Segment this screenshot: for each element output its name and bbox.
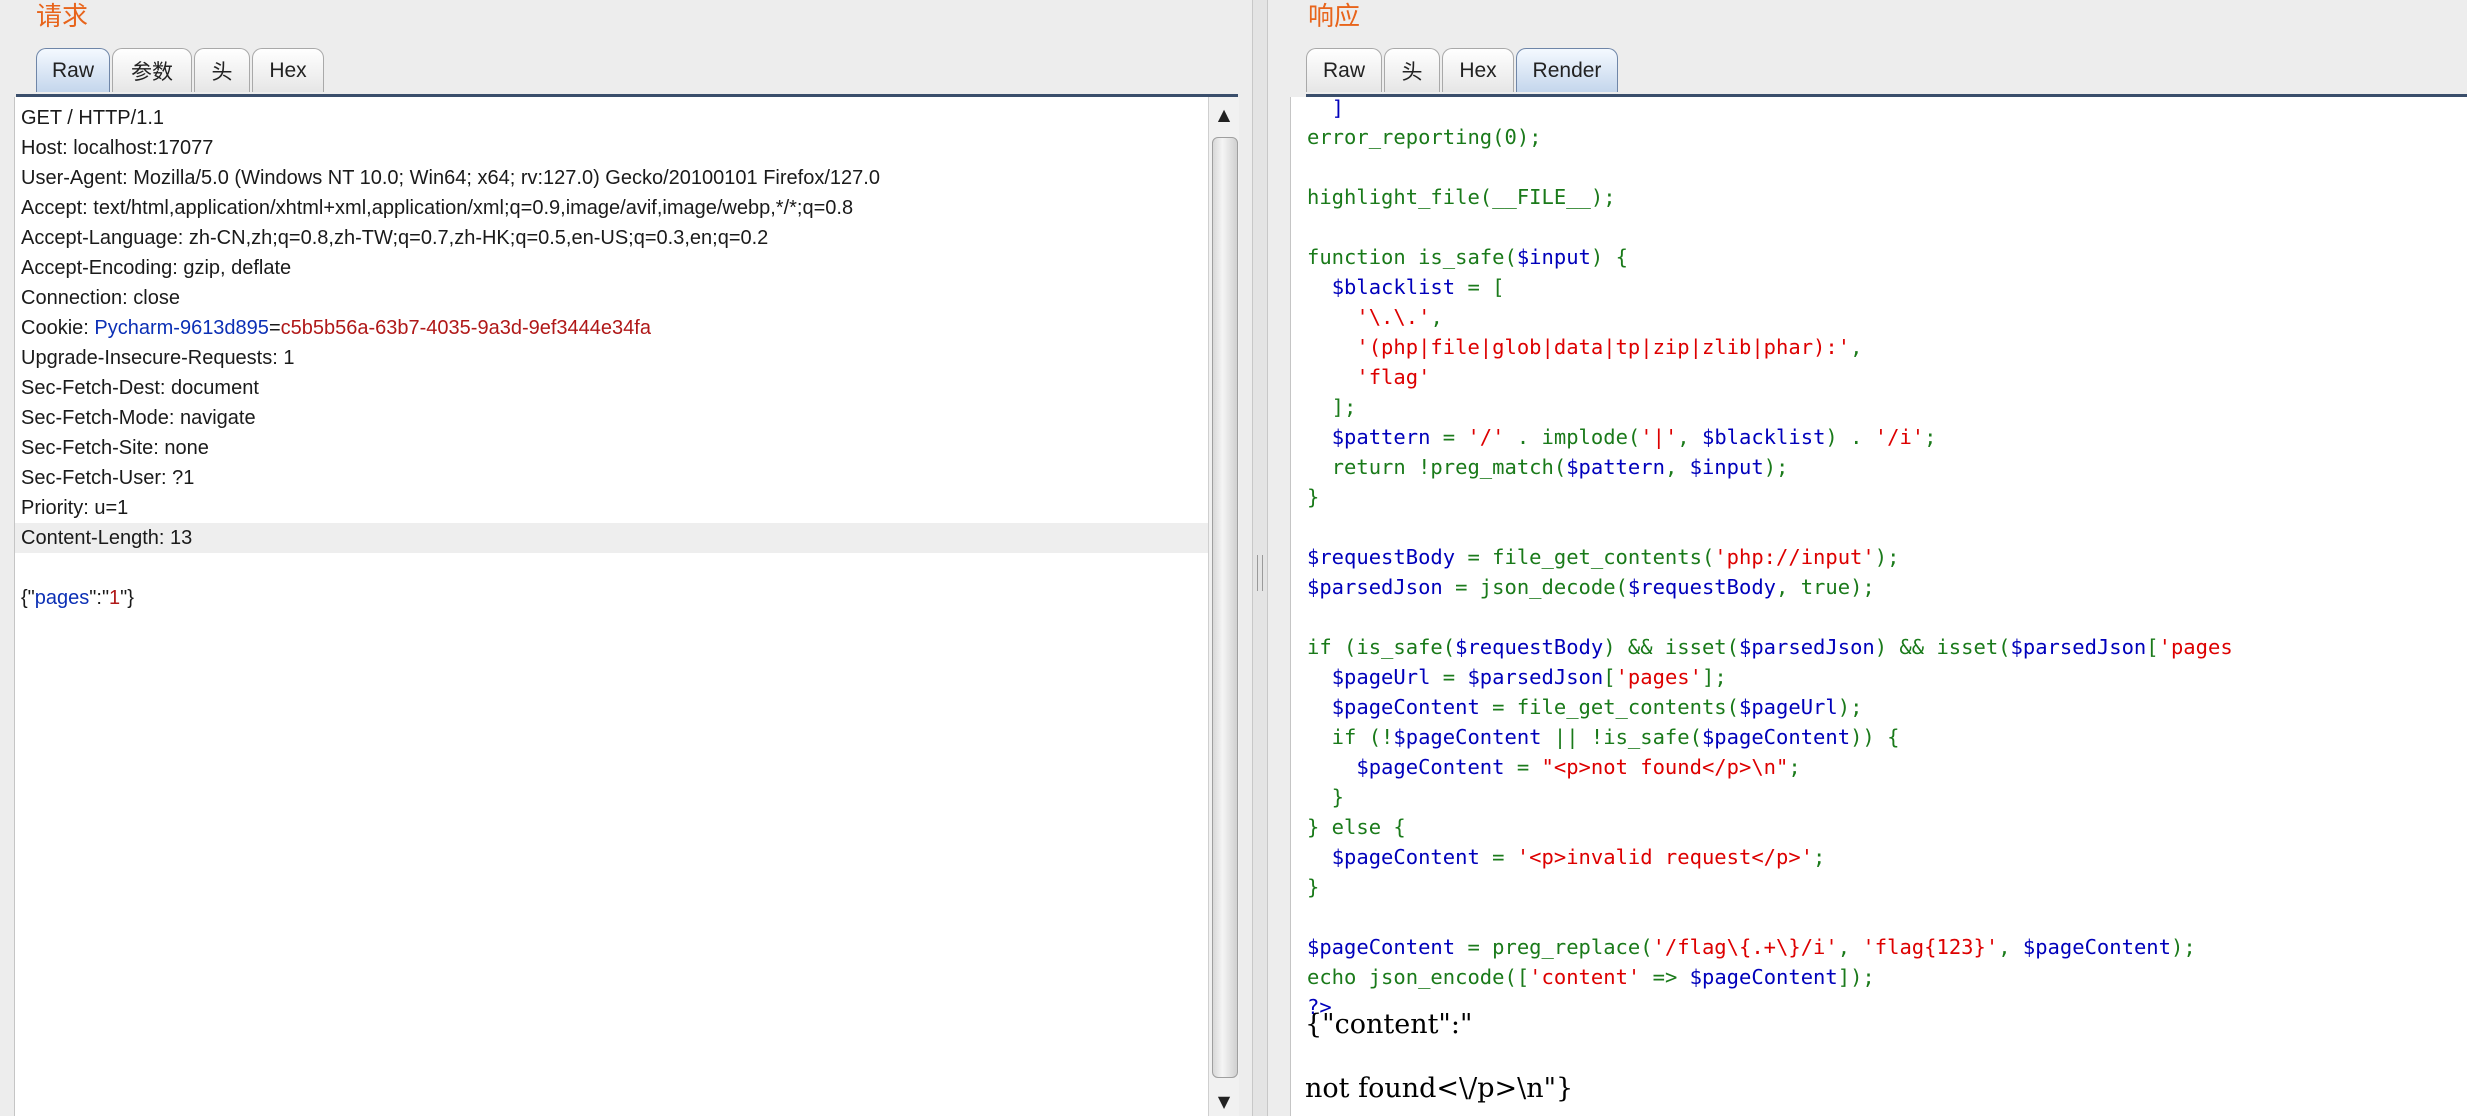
response-render-view[interactable]: ] error_reporting(0); highlight_file(__F…	[1290, 97, 2467, 1116]
scroll-down-arrow-icon[interactable]: ▼	[1209, 1088, 1239, 1116]
request-tab-headers[interactable]: 头	[194, 48, 250, 92]
request-line: Accept: text/html,application/xhtml+xml,…	[21, 197, 854, 219]
code-line: $pageUrl = $parsedJson['pages'];	[1331, 665, 1727, 689]
request-line: Sec-Fetch-User: ?1	[21, 467, 195, 489]
body-close: "}	[120, 587, 134, 609]
body-value: 1	[109, 587, 121, 609]
response-title: 响应	[1308, 2, 1361, 32]
code-line: }	[1307, 875, 1320, 899]
request-line: Host: localhost:17077	[21, 137, 214, 159]
request-line-highlighted: Content-Length: 13	[15, 523, 1211, 553]
request-line: GET / HTTP/1.1	[21, 107, 164, 129]
render-output-line: {"content":"	[1305, 1009, 1473, 1040]
code-line: '(php|file|glob|data|tp|zip|zlib|phar):'…	[1356, 335, 1863, 359]
response-tab-hex[interactable]: Hex	[1442, 48, 1514, 92]
code-line: }	[1307, 485, 1320, 509]
code-line: function is_safe($input) {	[1307, 245, 1628, 269]
request-scrollbar[interactable]: ▲ ▼	[1208, 97, 1239, 1116]
request-tab-hex[interactable]: Hex	[252, 48, 324, 92]
code-line: error_reporting(0);	[1307, 125, 1542, 149]
request-tabbar: Raw 参数 头 Hex	[16, 48, 1238, 97]
code-line: $pageContent = preg_replace('/flag\{.+\}…	[1307, 935, 2196, 959]
request-line: Sec-Fetch-Dest: document	[21, 377, 259, 399]
code-line: $requestBody = file_get_contents('php://…	[1307, 545, 1900, 569]
body-key: pages	[34, 587, 90, 609]
scroll-thumb[interactable]	[1212, 137, 1238, 1078]
code-line: return !preg_match($pattern, $input);	[1307, 455, 1789, 479]
cookie-label: Cookie:	[21, 317, 95, 339]
request-line: Connection: close	[21, 287, 180, 309]
render-output-line: not found<\/p>\n"}	[1305, 1073, 1574, 1104]
code-line: ]	[1307, 97, 1345, 120]
scroll-up-arrow-icon[interactable]: ▲	[1209, 101, 1239, 129]
divider-grip[interactable]	[1257, 555, 1263, 591]
request-line: Priority: u=1	[21, 497, 129, 519]
code-line: if (is_safe($requestBody) && isset($pars…	[1307, 635, 2233, 659]
body-open: {"	[21, 587, 35, 609]
code-line: if (!$pageContent || !is_safe($pageConte…	[1307, 725, 1900, 749]
code-line: ];	[1307, 395, 1357, 419]
request-tab-params[interactable]: 参数	[112, 48, 192, 92]
cookie-value: c5b5b56a-63b7-4035-9a3d-9ef3444e34fa	[280, 317, 651, 339]
request-title: 请求	[36, 2, 89, 32]
request-editor[interactable]: GET / HTTP/1.1 Host: localhost:17077 Use…	[14, 97, 1211, 1116]
response-tab-raw[interactable]: Raw	[1306, 48, 1382, 92]
request-line: Sec-Fetch-Site: none	[21, 437, 209, 459]
code-line: $pageContent = "<p>not found</p>\n";	[1356, 755, 1801, 779]
body-mid: ":"	[89, 587, 110, 609]
request-line: Accept-Encoding: gzip, deflate	[21, 257, 292, 279]
request-line: Sec-Fetch-Mode: navigate	[21, 407, 256, 429]
response-tabbar: Raw 头 Hex Render	[1306, 48, 2467, 97]
code-line: } else {	[1307, 815, 1406, 839]
code-line: '\.\.',	[1356, 305, 1443, 329]
code-line: echo json_encode(['content' => $pageCont…	[1307, 965, 1875, 989]
request-tab-raw[interactable]: Raw	[36, 48, 110, 92]
code-line: $pageContent = '<p>invalid request</p>';	[1331, 845, 1826, 869]
cookie-eq: =	[268, 317, 281, 339]
request-line: Accept-Language: zh-CN,zh;q=0.8,zh-TW;q=…	[21, 227, 769, 249]
code-line: }	[1307, 785, 1345, 809]
response-tab-headers[interactable]: 头	[1384, 48, 1440, 92]
code-line: $parsedJson = json_decode($requestBody, …	[1307, 575, 1875, 599]
request-body: {"pages":"1"}	[21, 583, 1211, 613]
code-line: 'flag'	[1356, 365, 1431, 389]
cookie-name: Pycharm-9613d895	[94, 317, 269, 339]
code-line: $blacklist = [	[1331, 275, 1505, 299]
code-line: highlight_file(__FILE__);	[1307, 185, 1616, 209]
request-line: Upgrade-Insecure-Requests: 1	[21, 347, 295, 369]
cookie-line: Cookie: Pycharm-9613d895=c5b5b56a-63b7-4…	[21, 313, 1211, 343]
code-line: $pattern = '/' . implode('|', $blacklist…	[1331, 425, 1937, 449]
request-line: User-Agent: Mozilla/5.0 (Windows NT 10.0…	[21, 167, 880, 189]
response-tab-render[interactable]: Render	[1516, 48, 1618, 92]
code-line: $pageContent = file_get_contents($pageUr…	[1331, 695, 1863, 719]
